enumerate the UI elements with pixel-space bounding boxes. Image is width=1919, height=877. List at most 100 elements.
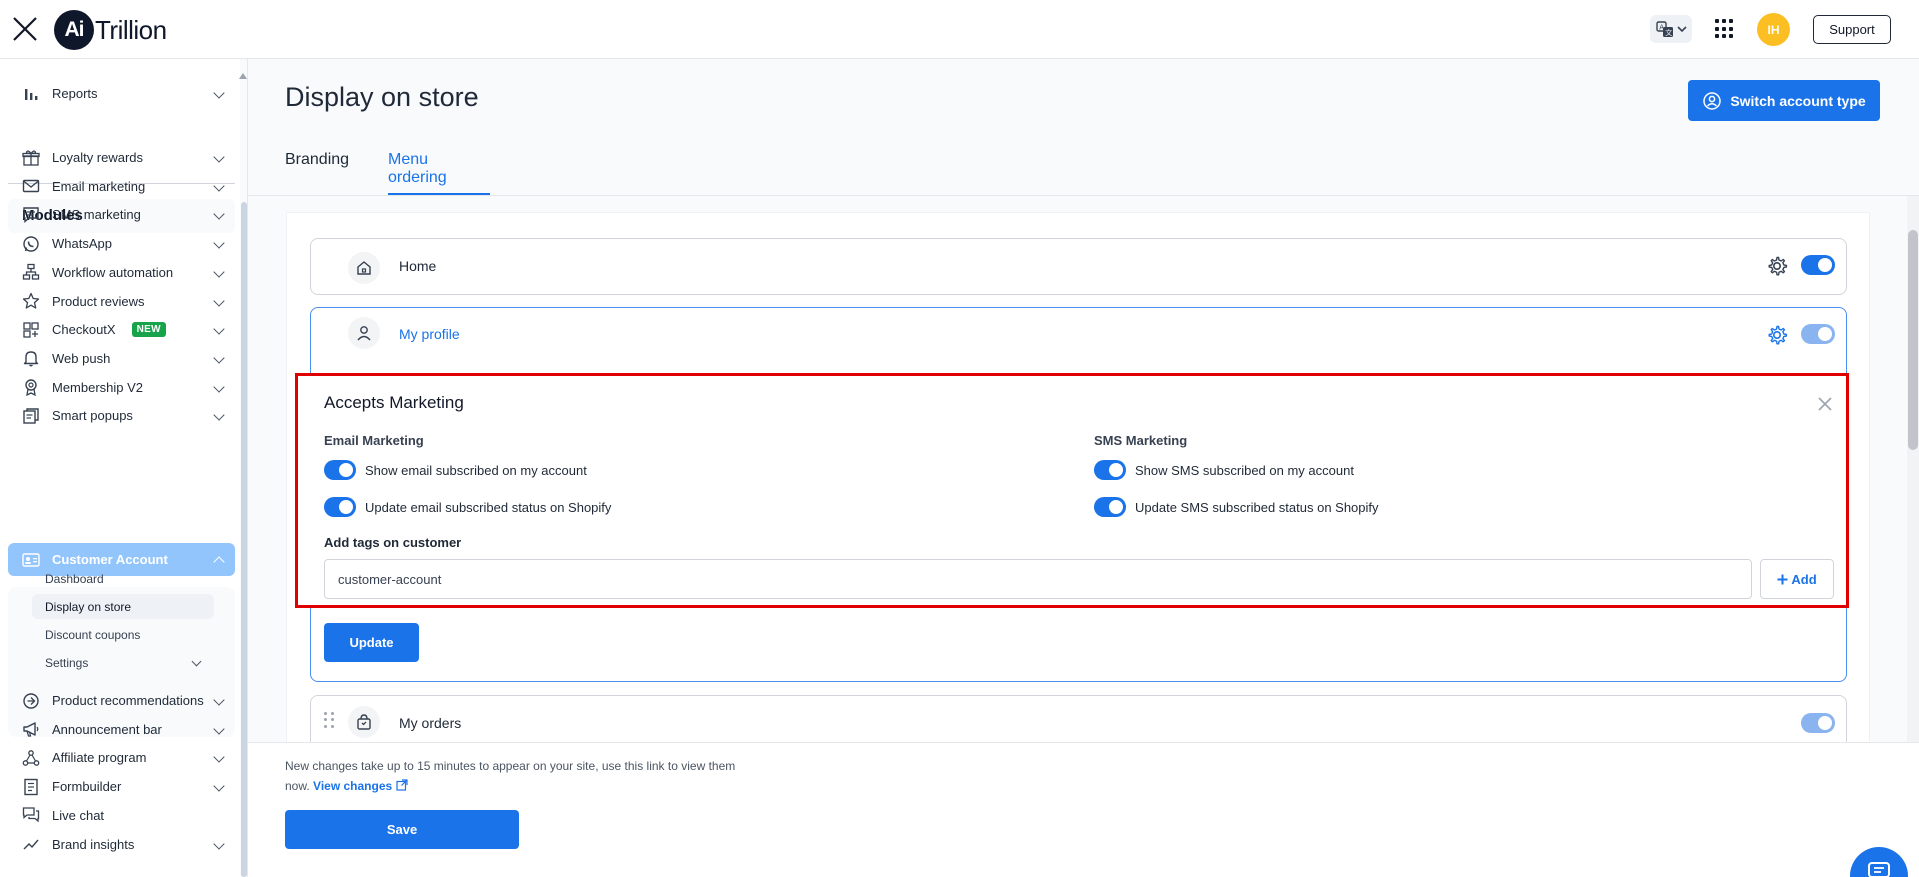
email-option-show: Show email subscribed on my account (324, 460, 587, 480)
footer-bar: New changes take up to 15 minutes to app… (248, 742, 1919, 877)
menu-row-label: Home (399, 258, 437, 274)
email-update-toggle[interactable] (324, 497, 356, 517)
support-button[interactable]: Support (1813, 15, 1891, 44)
option-label: Show email subscribed on my account (365, 462, 587, 478)
sidebar-subitem-label: Dashboard (45, 571, 104, 586)
chevron-down-icon (213, 352, 225, 364)
translate-icon: A 文 (1655, 21, 1673, 37)
insights-icon (21, 834, 41, 854)
gear-icon[interactable] (1766, 255, 1788, 277)
sidebar-subitem-discount-coupons[interactable]: Discount coupons (32, 622, 214, 647)
chevron-down-icon (213, 323, 225, 335)
user-avatar[interactable]: IH (1757, 13, 1790, 46)
sidebar-item-live-chat[interactable]: Live chat (8, 799, 235, 832)
sms-update-toggle[interactable] (1094, 497, 1126, 517)
chevron-down-icon (213, 237, 225, 249)
whatsapp-icon (21, 234, 41, 254)
sidebar-subitem-settings[interactable]: Settings (32, 650, 214, 675)
live-chat-icon (21, 805, 41, 825)
bell-icon (21, 348, 41, 368)
sidebar-item-label: Brand insights (52, 836, 135, 852)
sms-show-toggle[interactable] (1094, 460, 1126, 480)
recommend-icon (21, 691, 41, 711)
save-button[interactable]: Save (285, 810, 519, 849)
home-visibility-toggle[interactable] (1801, 255, 1835, 275)
sidebar-item-label: WhatsApp (52, 236, 112, 252)
page-title: Display on store (285, 82, 479, 112)
chevron-down-icon (213, 694, 225, 706)
menu-row-home[interactable]: Home (310, 238, 1847, 295)
chevron-down-icon (213, 151, 225, 163)
popup-icon (21, 406, 41, 426)
chevron-down-icon (191, 656, 202, 667)
sidebar-item-workflow-automation[interactable]: Workflow automation (8, 256, 235, 289)
home-icon (348, 252, 380, 284)
chevron-down-icon (213, 266, 225, 278)
sidebar-item-web-push[interactable]: Web push (8, 342, 235, 375)
apps-grid-icon[interactable] (1715, 19, 1735, 39)
sidebar-item-smart-popups[interactable]: Smart popups (8, 399, 235, 432)
chevron-down-icon (1676, 26, 1687, 33)
megaphone-icon (21, 719, 41, 739)
add-tag-button[interactable]: Add (1760, 559, 1834, 599)
app-logo[interactable]: Ai Trillion (54, 10, 167, 50)
add-label: Add (1791, 571, 1817, 587)
footer-note: New changes take up to 15 minutes to app… (285, 756, 745, 796)
sidebar-item-label: Product recommendations (52, 693, 204, 708)
my-orders-visibility-toggle[interactable] (1801, 713, 1835, 733)
sidebar-item-label: SMS marketing (52, 207, 141, 223)
accepts-marketing-title: Accepts Marketing (324, 393, 464, 412)
chat-icon (1868, 862, 1890, 877)
sidebar-scrollbar-thumb[interactable] (241, 202, 247, 877)
sidebar-item-label: Loyalty rewards (52, 150, 144, 165)
email-show-toggle[interactable] (324, 460, 356, 480)
chevron-down-icon (213, 208, 225, 221)
network-icon (21, 748, 41, 768)
medal-icon (21, 377, 41, 397)
sidebar-item-label: Web push (52, 350, 111, 366)
svg-text:文: 文 (1665, 28, 1672, 37)
sidebar-item-label: Smart popups (52, 408, 133, 424)
menu-row-label: My orders (399, 715, 462, 731)
view-changes-link[interactable]: View changes (313, 779, 408, 793)
option-label: Update email subscribed status on Shopif… (365, 499, 612, 515)
sidebar-subitem-label: Display on store (45, 599, 132, 614)
option-label: Update SMS subscribed status on Shopify (1135, 499, 1379, 515)
top-bar: Ai Trillion A 文 IH Support (0, 0, 1919, 59)
switch-account-type-button[interactable]: Switch account type (1688, 80, 1880, 121)
language-button[interactable]: A 文 (1650, 15, 1692, 43)
my-profile-visibility-toggle[interactable] (1801, 324, 1835, 344)
update-button[interactable]: Update (324, 623, 419, 662)
sidebar-item-reports[interactable]: Reports (8, 77, 235, 110)
sidebar-item-label: Affiliate program (52, 750, 147, 766)
chevron-down-icon (213, 380, 225, 393)
scroll-up-arrow-icon[interactable] (239, 73, 247, 79)
content-scrollbar-thumb[interactable] (1908, 230, 1918, 450)
sidebar-subitem-display-on-store[interactable]: Display on store (32, 594, 214, 619)
sidebar-item-label: CheckoutX (52, 322, 116, 338)
sidebar-item-label: Live chat (52, 807, 105, 823)
gear-icon[interactable] (1766, 324, 1788, 346)
tab-menu-ordering[interactable]: Menu ordering (388, 151, 490, 195)
close-icon[interactable] (1815, 394, 1835, 414)
tab-branding[interactable]: Branding (285, 151, 349, 195)
option-label: Show SMS subscribed on my account (1135, 462, 1354, 478)
sidebar-item-brand-insights[interactable]: Brand insights (8, 828, 235, 861)
chevron-down-icon (213, 751, 225, 764)
sidebar-item-label: Customer Account (52, 552, 168, 567)
chevron-down-icon (213, 180, 225, 192)
menu-row-label[interactable]: My profile (399, 326, 460, 342)
sidebar-item-label: Membership V2 (52, 379, 144, 395)
sidebar-subitem-dashboard[interactable]: Dashboard (32, 566, 214, 591)
sidebar-item-label: Email marketing (52, 178, 146, 194)
tags-input[interactable]: customer-account (324, 559, 1752, 599)
sidebar-item-label: Workflow automation (52, 264, 174, 280)
chevron-down-icon (213, 294, 225, 307)
shopping-bag-icon (348, 706, 380, 738)
main-header: Display on store Switch account type Bra… (248, 59, 1919, 196)
email-option-update: Update email subscribed status on Shopif… (324, 497, 611, 517)
close-icon[interactable] (10, 14, 40, 44)
gift-icon (21, 148, 41, 168)
drag-handle-icon[interactable] (324, 712, 334, 728)
sidebar-item-label: Announcement bar (52, 721, 162, 737)
